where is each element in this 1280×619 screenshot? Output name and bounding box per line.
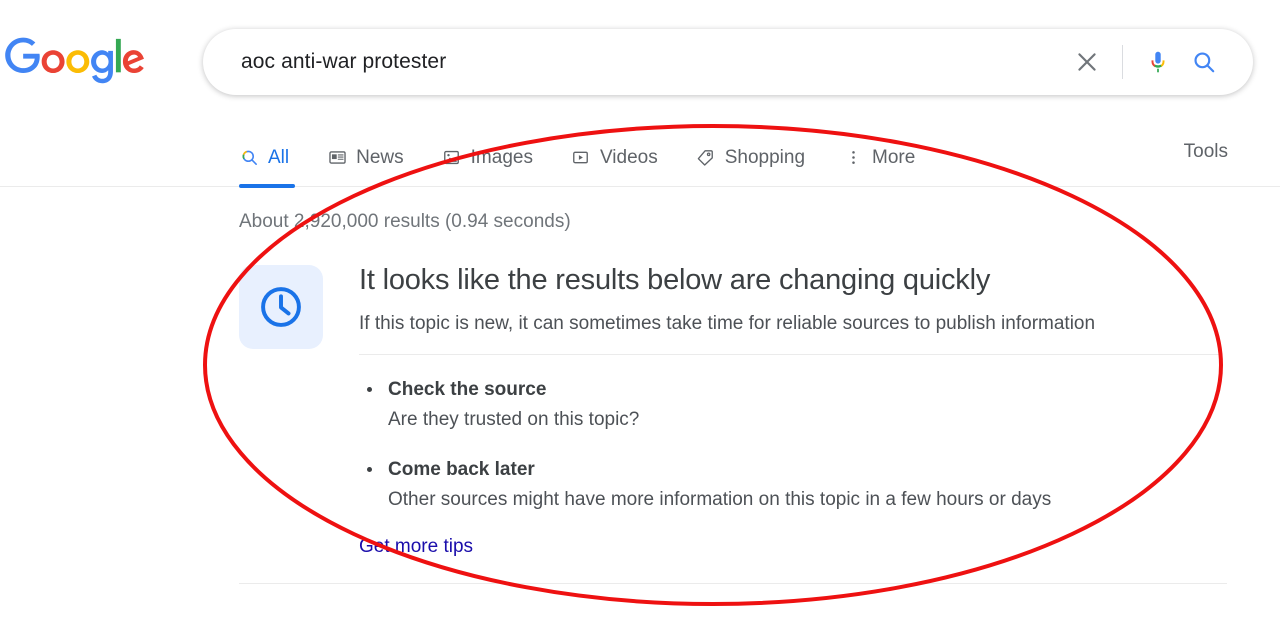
changing-results-notice: It looks like the results below are chan… — [239, 262, 1219, 558]
tab-videos[interactable]: Videos — [571, 126, 658, 174]
tab-images-label: Images — [470, 146, 533, 168]
notice-title: It looks like the results below are chan… — [359, 264, 991, 296]
notice-text-block: It looks like the results below are chan… — [359, 262, 1219, 512]
tip-description: Other sources might have more informatio… — [388, 489, 1052, 510]
tab-videos-label: Videos — [599, 146, 658, 168]
clear-search-button[interactable] — [1064, 41, 1110, 83]
microphone-icon — [1151, 51, 1165, 73]
google-logo[interactable] — [5, 36, 145, 86]
search-tools-label: Tools — [1183, 141, 1228, 162]
tab-shopping-label: Shopping — [724, 146, 806, 168]
notice-divider — [359, 354, 1219, 355]
tip-title: Check the source — [388, 379, 547, 400]
search-nav-tabs: All News Images Videos Shopping More Too… — [239, 126, 1250, 188]
search-submit-button[interactable] — [1181, 41, 1227, 83]
search-bar[interactable] — [203, 29, 1253, 95]
tip-description: Are they trusted on this topic? — [388, 409, 640, 430]
tip-title: Come back later — [388, 459, 535, 480]
tab-news-label: News — [356, 146, 404, 168]
clock-icon — [261, 287, 301, 327]
search-icon — [239, 148, 259, 168]
tab-shopping[interactable]: Shopping — [696, 126, 805, 174]
tab-more[interactable]: More — [843, 126, 915, 174]
list-item: Come back later Other sources might have… — [359, 457, 1219, 512]
google-search-results-page: All News — [0, 0, 1280, 619]
google-logo-svg — [5, 37, 144, 84]
image-icon — [442, 148, 462, 168]
notice-tips-list: Check the source Are they trusted on thi… — [359, 377, 1219, 512]
more-vertical-icon — [843, 148, 863, 168]
result-stats: About 2,920,000 results (0.94 seconds) — [239, 211, 571, 232]
close-icon — [1078, 53, 1096, 71]
tag-icon — [696, 148, 716, 168]
tab-all[interactable]: All — [239, 126, 295, 188]
voice-search-button[interactable] — [1135, 41, 1181, 83]
tab-more-label: More — [872, 146, 916, 168]
get-more-tips-link[interactable]: Get more tips — [359, 536, 473, 558]
results-bottom-divider — [239, 583, 1227, 584]
search-actions — [1064, 41, 1227, 83]
search-tools-button[interactable]: Tools — [1184, 126, 1250, 163]
search-nav-bar: All News Images Videos Shopping More Too… — [0, 126, 1280, 188]
tab-all-label: All — [268, 146, 290, 168]
notice-header: It looks like the results below are chan… — [239, 262, 1219, 512]
tab-news[interactable]: News — [327, 126, 404, 174]
search-actions-divider — [1122, 45, 1123, 79]
search-input[interactable] — [241, 45, 1064, 79]
list-item: Check the source Are they trusted on thi… — [359, 377, 1219, 432]
tab-active-underline — [239, 184, 295, 188]
page-header — [0, 0, 1280, 126]
search-icon — [1194, 52, 1215, 73]
video-icon — [571, 148, 591, 168]
tab-images[interactable]: Images — [442, 126, 533, 174]
notice-subtitle: If this topic is new, it can sometimes t… — [359, 313, 1096, 334]
notice-badge — [239, 265, 323, 349]
news-icon — [327, 148, 347, 168]
